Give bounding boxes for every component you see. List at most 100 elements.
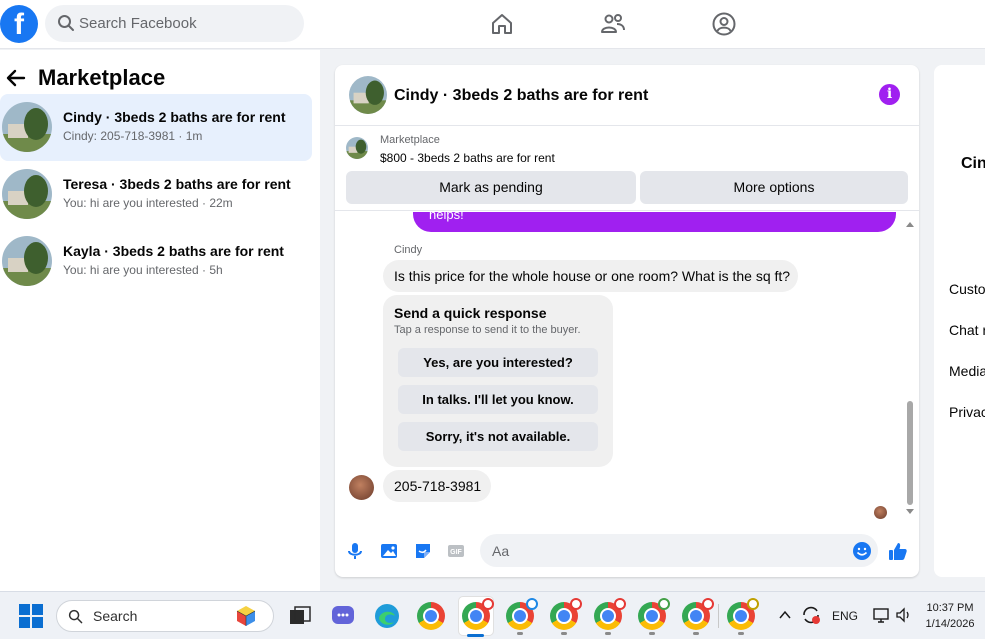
- chrome-profile-icon[interactable]: [462, 598, 494, 630]
- conversation-title: Kayla · 3beds 2 baths are for rent: [63, 243, 284, 259]
- chrome-icon[interactable]: [417, 602, 445, 630]
- message-list: helps! Cindy Is this price for the whole…: [335, 212, 919, 522]
- teams-chat-icon[interactable]: [329, 602, 357, 630]
- running-indicator: [561, 632, 567, 635]
- details-menu-item[interactable]: Custo: [949, 281, 985, 297]
- chat-header: Cindy · 3beds 2 baths are for rent i: [335, 65, 919, 126]
- quick-response-title: Send a quick response: [394, 305, 547, 321]
- chat-title[interactable]: Cindy · 3beds 2 baths are for rent: [394, 87, 648, 105]
- thumbs-up-icon[interactable]: [888, 541, 908, 561]
- microphone-icon[interactable]: [345, 541, 365, 561]
- photo-icon[interactable]: [379, 541, 399, 561]
- running-indicator: [693, 632, 699, 635]
- chrome-profile-icon[interactable]: [727, 598, 759, 630]
- profile-circle-icon[interactable]: [711, 11, 737, 37]
- emoji-icon[interactable]: [852, 541, 872, 561]
- back-arrow-icon[interactable]: [6, 68, 26, 88]
- quick-response-option[interactable]: Yes, are you interested?: [398, 348, 598, 377]
- windows-start-icon[interactable]: [19, 604, 43, 628]
- mark-as-pending-button[interactable]: Mark as pending: [346, 171, 636, 204]
- quick-response-subtitle: Tap a response to send it to the buyer.: [394, 324, 581, 336]
- listing-summary: Marketplace $800 - 3beds 2 baths are for…: [335, 127, 919, 211]
- edge-browser-icon[interactable]: [373, 602, 401, 630]
- chrome-profile-icon[interactable]: [506, 598, 538, 630]
- chrome-profile-icon[interactable]: [682, 598, 714, 630]
- taskbar-search-label: Search: [93, 608, 138, 624]
- details-menu-item[interactable]: Chat r: [949, 322, 985, 338]
- conversation-item[interactable]: Cindy · 3beds 2 baths are for rent Cindy…: [0, 94, 312, 161]
- running-indicator: [738, 632, 744, 635]
- windows-taskbar: Search ENG 10:37 PM 1/14/2026: [0, 591, 985, 639]
- language-indicator[interactable]: ENG: [832, 609, 858, 623]
- search-icon: [58, 15, 74, 31]
- quick-response-card: Send a quick response Tap a response to …: [383, 295, 613, 467]
- network-icon[interactable]: [872, 606, 890, 624]
- sender-avatar: [349, 475, 374, 500]
- incoming-message-bubble: 205-718-3981: [383, 470, 491, 502]
- sync-alert-icon[interactable]: [800, 604, 822, 626]
- conversation-preview: Cindy: 205-718-3981 · 1m: [63, 129, 203, 143]
- message-scrollbar[interactable]: [904, 213, 916, 515]
- conversation-title: Cindy · 3beds 2 baths are for rent: [63, 109, 286, 125]
- sender-name: Cindy: [394, 244, 423, 256]
- clock-time: 10:37 PM: [926, 602, 974, 614]
- read-receipt-avatar: [874, 506, 887, 519]
- svg-text:GIF: GIF: [450, 549, 462, 556]
- info-icon[interactable]: i: [879, 84, 900, 105]
- more-options-button[interactable]: More options: [640, 171, 908, 204]
- marketplace-sidebar: Marketplace Cindy · 3beds 2 baths are fo…: [0, 50, 320, 591]
- listing-label: Marketplace: [380, 134, 440, 146]
- friends-icon[interactable]: [600, 11, 626, 37]
- scroll-down-arrow-icon[interactable]: [906, 509, 914, 515]
- rubiks-cube-icon: [236, 606, 256, 626]
- facebook-logo[interactable]: f: [0, 5, 38, 43]
- chrome-profile-icon[interactable]: [638, 598, 670, 630]
- conversation-details-panel: Cin Custo Chat r Media Privac: [934, 65, 985, 577]
- chevron-up-icon[interactable]: [779, 610, 791, 619]
- quick-response-option[interactable]: In talks. I'll let you know.: [398, 385, 598, 414]
- listing-thumbnail: [2, 169, 52, 219]
- conversation-preview: You: hi are you interested · 22m: [63, 196, 233, 210]
- running-indicator: [605, 632, 611, 635]
- running-indicator: [517, 632, 523, 635]
- listing-thumbnail[interactable]: [346, 137, 368, 159]
- outgoing-message-bubble: helps!: [413, 212, 896, 232]
- search-icon: [68, 609, 83, 624]
- chrome-profile-icon[interactable]: [550, 598, 582, 630]
- taskbar-search[interactable]: Search: [56, 600, 274, 632]
- conversation-item[interactable]: Kayla · 3beds 2 baths are for rent You: …: [0, 228, 312, 295]
- active-indicator: [467, 634, 484, 637]
- scroll-up-arrow-icon[interactable]: [906, 221, 914, 227]
- details-menu-item[interactable]: Media: [949, 363, 985, 379]
- taskbar-divider: [718, 604, 719, 628]
- sidebar-header: Marketplace: [6, 64, 165, 92]
- gif-icon[interactable]: GIF: [446, 541, 466, 561]
- chat-panel: Cindy · 3beds 2 baths are for rent i Mar…: [335, 65, 919, 577]
- search-box[interactable]: [45, 5, 304, 42]
- message-composer: GIF: [335, 531, 919, 571]
- system-clock[interactable]: 10:37 PM 1/14/2026: [918, 600, 982, 632]
- contact-name: Cin: [961, 155, 985, 172]
- search-input[interactable]: [79, 5, 294, 42]
- running-indicator: [649, 632, 655, 635]
- scrollbar-thumb[interactable]: [907, 401, 913, 505]
- incoming-message-bubble: Is this price for the whole house or one…: [383, 260, 798, 292]
- message-input[interactable]: [480, 534, 878, 567]
- conversation-title: Teresa · 3beds 2 baths are for rent: [63, 176, 291, 192]
- conversation-preview: You: hi are you interested · 5h: [63, 263, 223, 277]
- chrome-profile-icon[interactable]: [594, 598, 626, 630]
- volume-icon[interactable]: [895, 606, 913, 624]
- conversation-item[interactable]: Teresa · 3beds 2 baths are for rent You:…: [0, 161, 312, 228]
- quick-response-option[interactable]: Sorry, it's not available.: [398, 422, 598, 451]
- chat-avatar[interactable]: [349, 76, 387, 114]
- listing-detail[interactable]: $800 - 3beds 2 baths are for rent: [380, 151, 555, 165]
- sidebar-title: Marketplace: [38, 65, 166, 90]
- top-bar: f: [0, 0, 985, 49]
- listing-thumbnail: [2, 236, 52, 286]
- home-icon[interactable]: [489, 11, 515, 37]
- sticker-icon[interactable]: [413, 541, 433, 561]
- listing-thumbnail: [2, 102, 52, 152]
- task-view-icon[interactable]: [286, 602, 314, 630]
- details-menu-item[interactable]: Privac: [949, 404, 985, 420]
- clock-date: 1/14/2026: [925, 618, 975, 630]
